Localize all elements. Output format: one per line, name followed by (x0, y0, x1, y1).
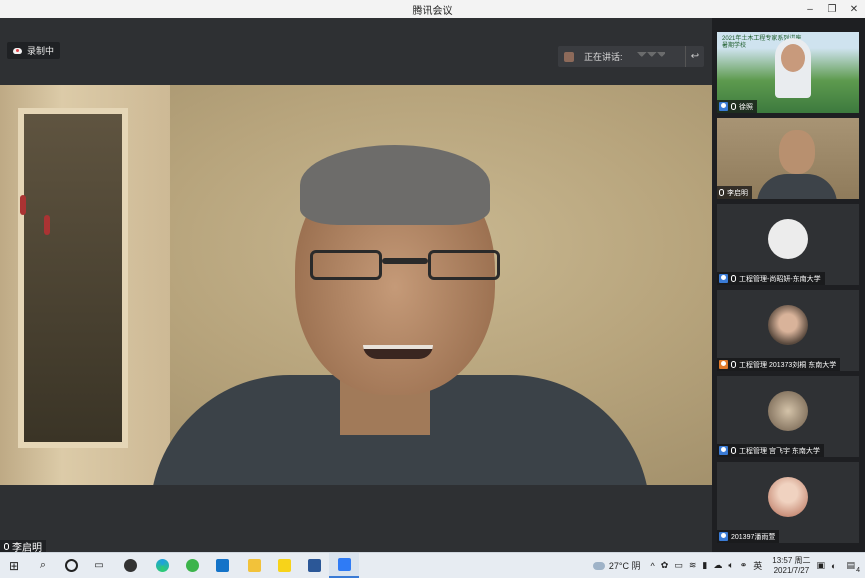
microphone-muted-icon (731, 447, 736, 454)
cortana-button[interactable] (58, 553, 84, 578)
close-icon[interactable]: ✕ (843, 0, 865, 18)
cloud-icon[interactable]: ☁ (713, 560, 722, 571)
participant-tile[interactable]: 工程管理 宫飞宇 东南大学 (717, 376, 859, 457)
speaking-label: 正在讲话: (584, 52, 623, 62)
recording-tray-icon[interactable]: ▣ (817, 560, 826, 571)
main-video (0, 85, 712, 485)
volume-icon[interactable]: 🔈︎ (728, 560, 733, 571)
wifi-icon[interactable]: ≋ (689, 560, 697, 571)
voice-wave-icon (636, 51, 665, 62)
recording-badge[interactable]: 录制中 (7, 42, 61, 59)
window-title: 腾讯会议 (412, 6, 453, 17)
taskbar-app[interactable] (270, 553, 298, 578)
background-wardrobe (0, 85, 170, 485)
return-icon[interactable]: ↩ (685, 46, 704, 67)
windows-icon: ⊞ (8, 558, 20, 573)
participant-name: 徐照 (739, 103, 753, 111)
taskbar-app[interactable] (240, 553, 268, 578)
user-icon (719, 446, 728, 455)
circle-icon (64, 559, 78, 572)
microphone-tray-icon[interactable]: ▮ (702, 560, 707, 571)
avatar (768, 219, 808, 259)
clock-date: 2021/7/27 (773, 565, 810, 575)
microphone-muted-icon (731, 275, 736, 282)
participant-tile[interactable]: 李启明 (717, 118, 859, 199)
participant-name: 李启明 (727, 189, 748, 197)
participant-sidebar: 2021年土木工程专家系列讲座 暑期学校 徐照 李启明 工程管理-尚昭妍-东南大… (712, 18, 865, 552)
notification-icon: ▤ (846, 560, 855, 570)
weather-icon (592, 561, 605, 570)
search-icon: ⌕ (39, 559, 47, 571)
notification-count: 4 (856, 567, 860, 574)
notification-button[interactable]: ▤ 4 (846, 560, 860, 574)
microphone-muted-icon (731, 361, 736, 368)
participant-name: 工程管理 201373刘桐 东南大学 (739, 361, 837, 369)
avatar (768, 477, 808, 517)
battery-icon[interactable]: ▭ (674, 560, 683, 571)
start-button[interactable]: ⊞ (0, 553, 28, 578)
weather-text[interactable]: 27°C 阴 (609, 559, 641, 572)
participant-tile[interactable]: 工程管理-尚昭妍-东南大学 (717, 204, 859, 285)
recording-label: 录制中 (27, 46, 55, 56)
sticky-notes-icon (277, 559, 291, 572)
participant-tile[interactable]: 2021年土木工程专家系列讲座 暑期学校 徐照 (717, 32, 859, 113)
refresh-app-icon (185, 559, 199, 572)
taskbar-app[interactable] (148, 553, 176, 578)
maximize-icon[interactable]: ❐ (821, 0, 843, 18)
cloud-record-icon (13, 47, 22, 54)
mail-icon (215, 559, 229, 572)
taskbar-app[interactable] (116, 553, 144, 578)
title-bar: 腾讯会议 – ❐ ✕ (0, 0, 865, 19)
network-app-icon (123, 559, 137, 572)
taskbar-app[interactable] (178, 553, 206, 578)
avatar (768, 305, 808, 345)
chevron-up-icon[interactable]: ^ (651, 561, 655, 571)
participant-tile[interactable]: 工程管理 201373刘桐 东南大学 (717, 290, 859, 371)
participant-tile[interactable]: 201397潘雨萱 (717, 462, 859, 543)
file-explorer-icon (247, 559, 261, 572)
minimize-icon[interactable]: – (799, 0, 821, 18)
ime-indicator[interactable]: 英 (753, 559, 762, 572)
clock-time: 13:57 周二 (772, 555, 811, 565)
main-stage: 录制中 正在讲话: ↩ (0, 18, 712, 552)
task-view-icon: ▭ (94, 560, 104, 571)
tencent-meeting-icon (337, 558, 351, 571)
participant-name: 工程管理 宫飞宇 东南大学 (739, 447, 820, 455)
microphone-icon (719, 189, 724, 196)
clock[interactable]: 13:57 周二 2021/7/27 (772, 556, 810, 576)
microphone-icon (4, 543, 9, 550)
taskbar-app[interactable] (300, 553, 328, 578)
avatar (768, 391, 808, 431)
tray-app2-icon[interactable]: ◐ (831, 561, 836, 571)
windows-taskbar: ⊞ ⌕ ▭ 27°C 阴 ^ ✿ ▭ ≋ ▮ ☁ 🔈︎ ⚭ 英 13:57 周二… (0, 552, 865, 578)
taskbar-app[interactable] (208, 553, 236, 578)
word-icon (307, 559, 321, 572)
user-icon (719, 102, 728, 111)
edge-icon (155, 559, 169, 572)
user-icon (719, 274, 728, 283)
user-icon (719, 360, 728, 369)
task-view-button[interactable]: ▭ (86, 553, 112, 578)
tray-app-icon[interactable]: ✿ (661, 560, 669, 571)
participant-name: 201397潘雨萱 (731, 533, 776, 541)
speaking-indicator[interactable]: 正在讲话: ↩ (558, 46, 704, 67)
participant-name: 工程管理-尚昭妍-东南大学 (739, 275, 821, 283)
link-icon[interactable]: ⚭ (740, 560, 748, 571)
speaker-video-person (150, 145, 670, 485)
user-icon (719, 532, 728, 541)
speaker-avatar (564, 51, 574, 62)
search-button[interactable]: ⌕ (30, 553, 56, 578)
taskbar-app-active[interactable] (329, 553, 359, 578)
system-tray: 27°C 阴 ^ ✿ ▭ ≋ ▮ ☁ 🔈︎ ⚭ 英 13:57 周二 2021/… (592, 553, 865, 578)
microphone-icon (731, 103, 736, 110)
